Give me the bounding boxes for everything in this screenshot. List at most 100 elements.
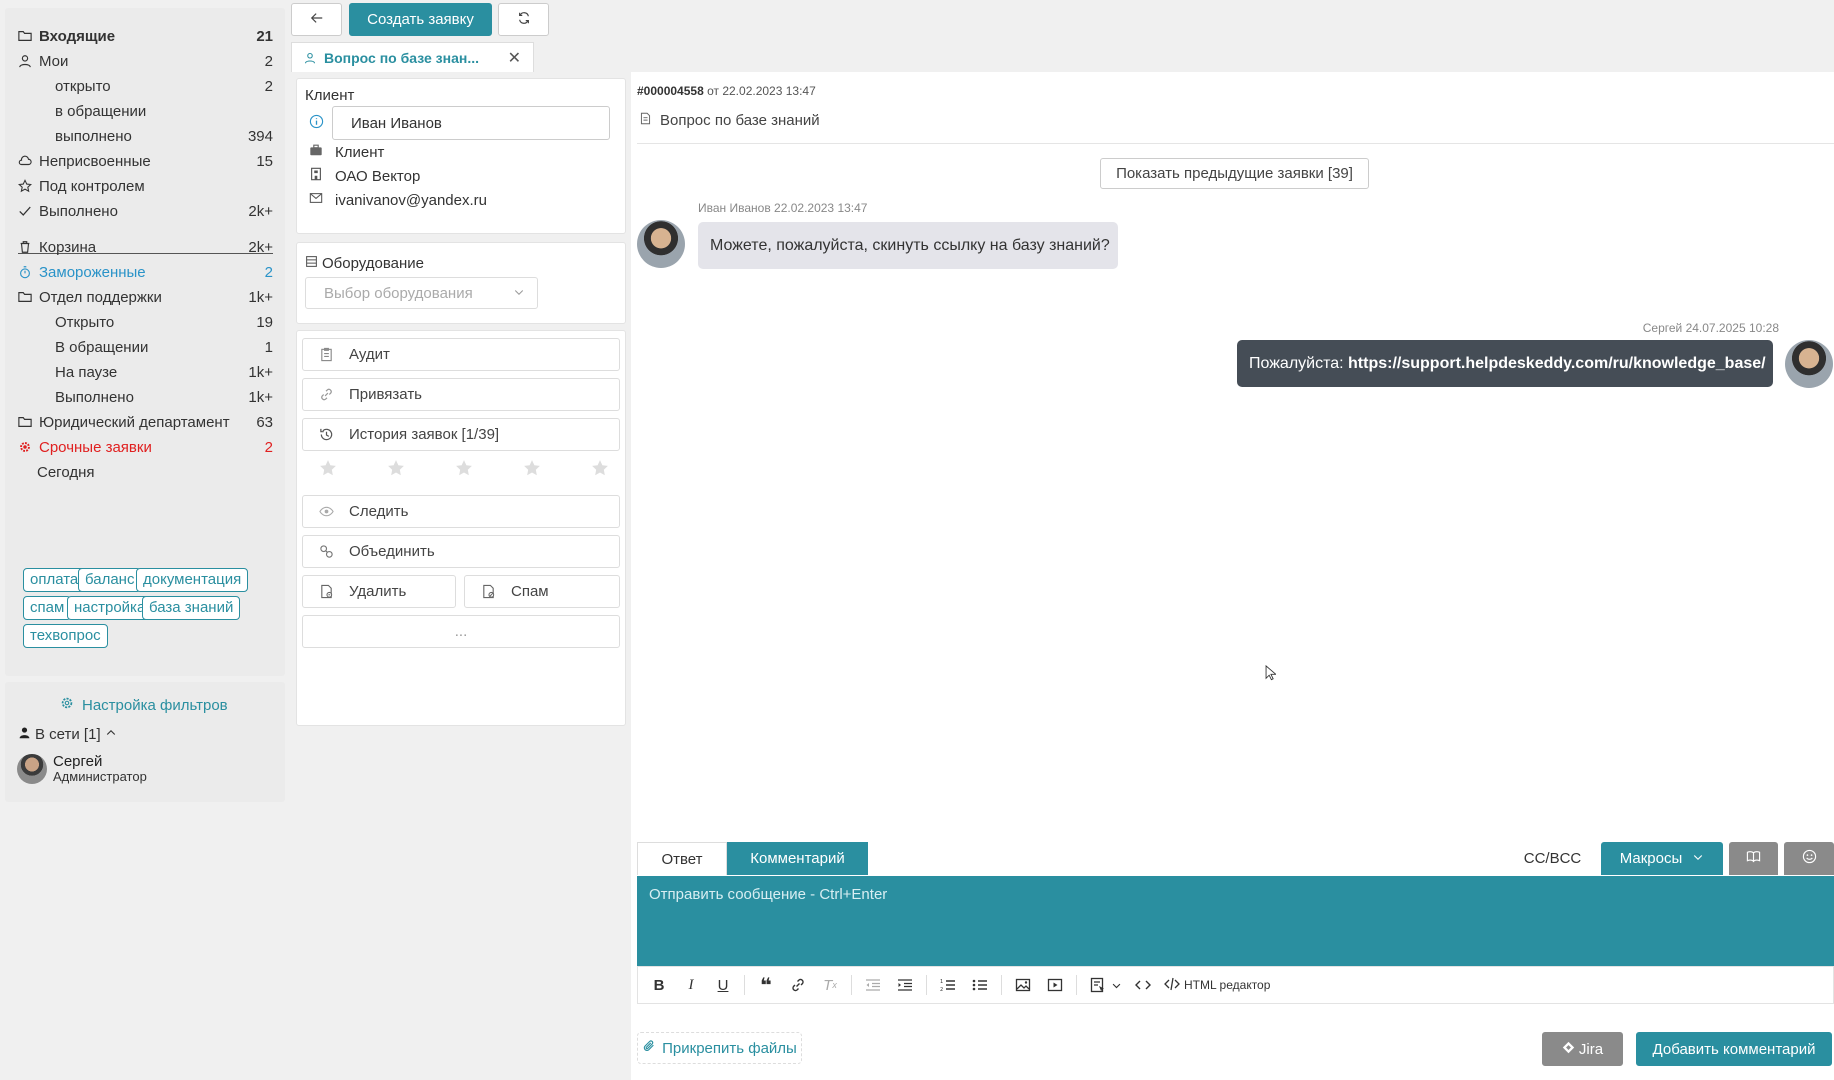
- jira-button[interactable]: Jira: [1542, 1032, 1623, 1066]
- sidebar-item-mine-in-progress[interactable]: в обращении: [55, 98, 273, 124]
- sidebar-item-unassigned[interactable]: Неприсвоенные 15: [18, 148, 273, 174]
- tab-reply[interactable]: Ответ: [637, 842, 727, 875]
- italic-button[interactable]: I: [680, 974, 702, 996]
- trash-icon: [18, 240, 36, 254]
- client-name-field[interactable]: Иван Иванов: [332, 106, 610, 140]
- outdent-icon[interactable]: [862, 974, 884, 996]
- delete-button[interactable]: Удалить: [302, 575, 456, 608]
- more-actions-button[interactable]: ...: [302, 615, 620, 648]
- bullet-list-icon[interactable]: [969, 974, 991, 996]
- sidebar-item-today[interactable]: Сегодня: [37, 459, 273, 485]
- avatar: [637, 220, 685, 268]
- user-icon: [304, 52, 316, 64]
- toolbar-separator: [851, 975, 852, 995]
- back-button[interactable]: [291, 3, 342, 36]
- follow-button[interactable]: Следить: [302, 495, 620, 528]
- message-input[interactable]: Отправить сообщение - Ctrl+Enter: [637, 876, 1834, 966]
- document-delete-icon: [319, 584, 337, 599]
- sidebar-item-mine-done[interactable]: выполнено 394: [55, 123, 273, 149]
- star-icon[interactable]: [387, 459, 405, 477]
- insert-image-icon[interactable]: [1012, 974, 1034, 996]
- conversation-panel: #000004558 от 22.02.2023 13:47 Вопрос по…: [631, 72, 1834, 1080]
- tag-settings[interactable]: настройка: [67, 596, 153, 620]
- close-icon[interactable]: ✕: [508, 48, 521, 68]
- create-ticket-button[interactable]: Создать заявку: [349, 3, 492, 36]
- sidebar-item-trash[interactable]: Корзина 2k+: [18, 234, 273, 260]
- tag-knowledge-base[interactable]: база знаний: [142, 596, 241, 620]
- sidebar-item-mine[interactable]: Мои 2: [18, 48, 273, 74]
- building-icon: [309, 167, 323, 185]
- sidebar-item-watched[interactable]: Под контролем: [18, 173, 273, 199]
- star-icon[interactable]: [591, 459, 609, 477]
- attach-files-button[interactable]: Прикрепить файлы: [637, 1032, 802, 1064]
- link-icon[interactable]: [787, 974, 809, 996]
- equipment-select[interactable]: Выбор оборудования: [305, 277, 538, 309]
- indent-icon[interactable]: [894, 974, 916, 996]
- show-previous-tickets-button[interactable]: Показать предыдущие заявки [39]: [1100, 158, 1369, 189]
- tag-spam[interactable]: спам: [23, 596, 72, 620]
- folder-icon: [18, 29, 36, 43]
- sidebar-item-mine-open[interactable]: открыто 2: [55, 73, 273, 99]
- svg-text:2: 2: [940, 987, 943, 993]
- html-editor-button[interactable]: HTML редактор: [1164, 976, 1270, 995]
- add-comment-button[interactable]: Добавить комментарий: [1636, 1032, 1832, 1066]
- user-icon: [18, 54, 36, 68]
- sidebar-item-support-in-progress[interactable]: В обращении 1: [55, 334, 273, 360]
- message-meta: Сергей 24.07.2025 10:28: [1642, 321, 1779, 335]
- merge-button[interactable]: Объединить: [302, 535, 620, 568]
- clear-format-icon[interactable]: Tx: [819, 974, 841, 996]
- filter-settings-link[interactable]: Настройка фильтров: [60, 696, 228, 714]
- template-icon[interactable]: [1087, 974, 1109, 996]
- tag-balance[interactable]: баланс: [78, 568, 142, 592]
- insert-video-icon[interactable]: [1044, 974, 1066, 996]
- ticket-history-button[interactable]: История заявок [1/39]: [302, 418, 620, 451]
- macros-dropdown[interactable]: Макросы: [1601, 842, 1723, 875]
- refresh-button[interactable]: [498, 3, 549, 36]
- stopwatch-icon: [18, 265, 36, 279]
- sidebar-item-frozen[interactable]: Замороженные 2: [18, 259, 273, 285]
- tag-documentation[interactable]: документация: [136, 568, 249, 592]
- sidebar-item-support-open[interactable]: Открыто 19: [55, 309, 273, 335]
- sidebar-item-support-paused[interactable]: На паузе 1k+: [55, 359, 273, 385]
- cc-bcc-button[interactable]: CC/BCC: [1510, 842, 1595, 875]
- sidebar-item-support-done[interactable]: Выполнено 1k+: [55, 384, 273, 410]
- tag-tech-question[interactable]: техвопрос: [23, 624, 108, 648]
- tag-payment[interactable]: оплата: [23, 568, 86, 592]
- code-icon[interactable]: [1132, 974, 1154, 996]
- knowledge-base-link[interactable]: https://support.helpdeskeddy.com/ru/know…: [1348, 355, 1766, 373]
- mouse-cursor-icon: [1265, 664, 1278, 685]
- sidebar-item-support-dept[interactable]: Отдел поддержки 1k+: [18, 284, 273, 310]
- code-edit-icon: [1164, 976, 1180, 995]
- sidebar-item-inbox[interactable]: Входящие 21: [18, 23, 273, 49]
- star-icon[interactable]: [523, 459, 541, 477]
- spam-button[interactable]: Спам: [464, 575, 620, 608]
- editor-toolbar: B I U ❝ Tx 12 HTML редактор: [637, 966, 1834, 1004]
- chevron-down-icon[interactable]: [1111, 980, 1122, 991]
- link-button[interactable]: Привязать: [302, 378, 620, 411]
- sidebar-item-urgent[interactable]: Срочные заявки 2: [18, 434, 273, 460]
- star-icon[interactable]: [319, 459, 337, 477]
- client-company-line: ОАО Вектор: [309, 167, 420, 185]
- tab-ticket[interactable]: Вопрос по базе знан... ✕: [291, 42, 534, 72]
- paperclip-icon: [642, 1039, 656, 1057]
- server-icon: [305, 255, 318, 272]
- bold-button[interactable]: B: [648, 974, 670, 996]
- ordered-list-icon[interactable]: 12: [937, 974, 959, 996]
- audit-button[interactable]: Аудит: [302, 338, 620, 371]
- quote-icon[interactable]: ❝: [755, 974, 777, 997]
- ticket-details-column: Клиент Иван Иванов Клиент ОАО Вектор iva…: [291, 72, 630, 1080]
- underline-button[interactable]: U: [712, 974, 734, 996]
- online-user[interactable]: Сергей Администратор: [17, 754, 147, 784]
- arrow-left-icon: [310, 11, 324, 29]
- tab-comment[interactable]: Комментарий: [727, 842, 868, 875]
- cloud-icon: [18, 154, 36, 168]
- knowledge-base-button[interactable]: [1729, 842, 1778, 875]
- online-users-toggle[interactable]: В сети [1]: [18, 726, 117, 743]
- client-email-line[interactable]: ivanivanov@yandex.ru: [309, 191, 487, 209]
- emoji-button[interactable]: [1784, 842, 1834, 875]
- star-icon[interactable]: [455, 459, 473, 477]
- sidebar-item-legal-dept[interactable]: Юридический департамент 63: [18, 409, 273, 435]
- history-icon: [319, 427, 337, 442]
- rating-stars[interactable]: [319, 459, 609, 477]
- sidebar-item-done[interactable]: Выполнено 2k+: [18, 198, 273, 224]
